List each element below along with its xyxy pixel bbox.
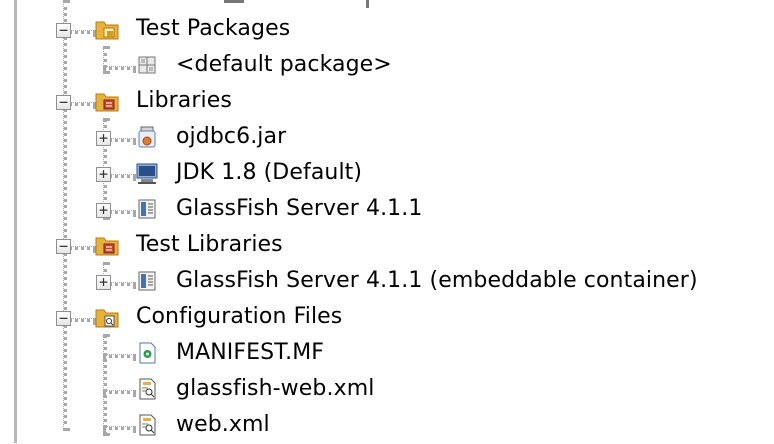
tree-item-glassfish[interactable]: + GlassFish Server 4.1.1	[0, 192, 774, 228]
collapse-icon[interactable]: −	[56, 311, 71, 326]
manifest-file-icon	[134, 340, 160, 366]
tree-item-label: <default package>	[176, 52, 392, 77]
expand-icon[interactable]: +	[96, 203, 111, 218]
tree-item-label: GlassFish Server 4.1.1	[176, 196, 423, 221]
collapse-icon[interactable]: −	[56, 239, 71, 254]
package-icon	[134, 52, 160, 78]
jar-icon	[134, 124, 160, 150]
collapse-icon[interactable]: −	[56, 95, 71, 110]
tree-item-label: Libraries	[136, 88, 232, 113]
tree-connector	[103, 66, 136, 70]
project-tree-panel: − Test Packages <default package> − Librarie…	[0, 0, 774, 443]
tree-item-test-packages[interactable]: − Test Packages	[0, 12, 774, 48]
tree-item-ojdbc6[interactable]: + ojdbc6.jar	[0, 120, 774, 156]
tree-item-label: GlassFish Server 4.1.1 (embeddable conta…	[176, 268, 698, 293]
test-packages-folder-icon	[94, 16, 120, 42]
config-folder-icon	[94, 304, 120, 330]
expand-icon[interactable]: +	[96, 131, 111, 146]
tree-item-default-package[interactable]: <default package>	[0, 48, 774, 84]
server-library-icon	[134, 196, 160, 222]
tree-item-glassfish-embeddable[interactable]: + GlassFish Server 4.1.1 (embeddable cont…	[0, 264, 774, 300]
collapse-icon[interactable]: −	[56, 23, 71, 38]
tree-item-label: glassfish-web.xml	[176, 376, 375, 401]
tree-connector	[103, 354, 136, 358]
expand-icon[interactable]: +	[96, 167, 111, 182]
tree-item-label: ojdbc6.jar	[176, 124, 287, 149]
expand-icon[interactable]: +	[96, 275, 111, 290]
tree-item-label: web.xml	[176, 412, 270, 437]
libraries-folder-icon	[94, 88, 120, 114]
tree-item-web-xml[interactable]: web.xml	[0, 408, 774, 444]
tree-item-manifest[interactable]: MANIFEST.MF	[0, 336, 774, 372]
xml-config-file-icon	[134, 376, 160, 402]
cut-off-previous-row	[150, 0, 390, 8]
tree-item-label: MANIFEST.MF	[176, 340, 325, 365]
tree-item-label: Test Packages	[136, 16, 291, 41]
tree-item-libraries[interactable]: − Libraries	[0, 84, 774, 120]
tree-connector	[103, 390, 136, 394]
tree-connector	[103, 426, 136, 430]
tree-item-label: Test Libraries	[136, 232, 283, 257]
tree-item-label: Configuration Files	[136, 304, 343, 329]
tree-item-configuration-files[interactable]: − Configuration Files	[0, 300, 774, 336]
tree-item-jdk[interactable]: + JDK 1.8 (Default)	[0, 156, 774, 192]
tree-item-test-libraries[interactable]: − Test Libraries	[0, 228, 774, 264]
tree-item-glassfish-web-xml[interactable]: glassfish-web.xml	[0, 372, 774, 408]
server-library-icon	[134, 268, 160, 294]
tree-item-label: JDK 1.8 (Default)	[176, 160, 363, 185]
jdk-icon	[134, 160, 160, 186]
xml-config-file-icon	[134, 412, 160, 438]
test-libraries-folder-icon	[94, 232, 120, 258]
